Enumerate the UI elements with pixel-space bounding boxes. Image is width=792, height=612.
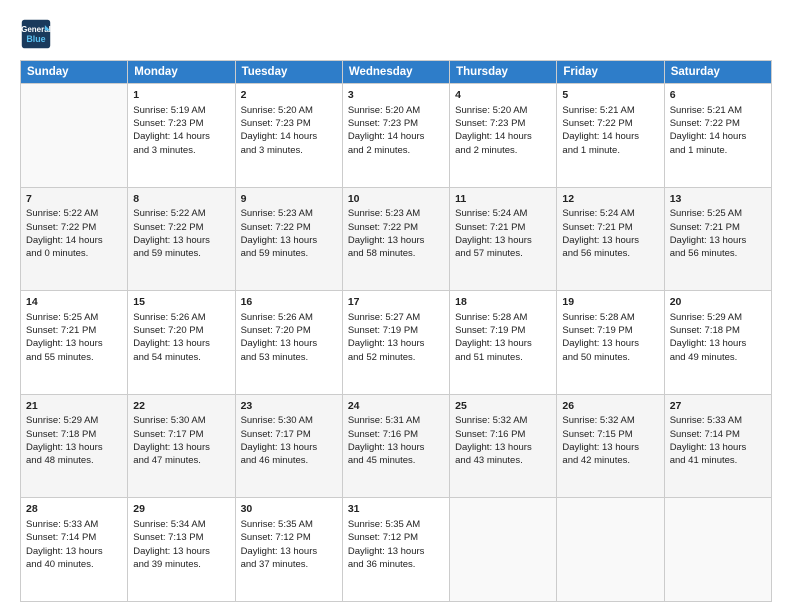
calendar-cell: 5Sunrise: 5:21 AMSunset: 7:22 PMDaylight… [557,84,664,188]
calendar-cell: 20Sunrise: 5:29 AMSunset: 7:18 PMDayligh… [664,291,771,395]
day-number: 4 [455,88,551,103]
calendar-cell: 27Sunrise: 5:33 AMSunset: 7:14 PMDayligh… [664,394,771,498]
calendar-cell: 2Sunrise: 5:20 AMSunset: 7:23 PMDaylight… [235,84,342,188]
weekday-header-saturday: Saturday [664,61,771,84]
calendar-cell: 30Sunrise: 5:35 AMSunset: 7:12 PMDayligh… [235,498,342,602]
logo-icon: General Blue [20,18,52,50]
weekday-header-wednesday: Wednesday [342,61,449,84]
day-number: 11 [455,192,551,207]
day-number: 27 [670,399,766,414]
calendar-cell: 15Sunrise: 5:26 AMSunset: 7:20 PMDayligh… [128,291,235,395]
calendar-cell: 7Sunrise: 5:22 AMSunset: 7:22 PMDaylight… [21,187,128,291]
weekday-header-thursday: Thursday [450,61,557,84]
day-number: 5 [562,88,658,103]
day-number: 23 [241,399,337,414]
day-number: 19 [562,295,658,310]
calendar-cell: 16Sunrise: 5:26 AMSunset: 7:20 PMDayligh… [235,291,342,395]
calendar-cell: 31Sunrise: 5:35 AMSunset: 7:12 PMDayligh… [342,498,449,602]
day-number: 20 [670,295,766,310]
calendar-cell: 11Sunrise: 5:24 AMSunset: 7:21 PMDayligh… [450,187,557,291]
calendar-cell: 9Sunrise: 5:23 AMSunset: 7:22 PMDaylight… [235,187,342,291]
weekday-header-row: SundayMondayTuesdayWednesdayThursdayFrid… [21,61,772,84]
calendar-cell: 13Sunrise: 5:25 AMSunset: 7:21 PMDayligh… [664,187,771,291]
weekday-header-tuesday: Tuesday [235,61,342,84]
calendar-cell: 21Sunrise: 5:29 AMSunset: 7:18 PMDayligh… [21,394,128,498]
calendar-week-5: 28Sunrise: 5:33 AMSunset: 7:14 PMDayligh… [21,498,772,602]
day-number: 26 [562,399,658,414]
day-number: 25 [455,399,551,414]
day-number: 7 [26,192,122,207]
day-number: 17 [348,295,444,310]
calendar-cell: 10Sunrise: 5:23 AMSunset: 7:22 PMDayligh… [342,187,449,291]
day-number: 6 [670,88,766,103]
weekday-header-friday: Friday [557,61,664,84]
day-number: 2 [241,88,337,103]
header: General Blue [20,18,772,50]
calendar-cell: 24Sunrise: 5:31 AMSunset: 7:16 PMDayligh… [342,394,449,498]
calendar-cell: 1Sunrise: 5:19 AMSunset: 7:23 PMDaylight… [128,84,235,188]
calendar-cell: 14Sunrise: 5:25 AMSunset: 7:21 PMDayligh… [21,291,128,395]
page: General Blue SundayMondayTuesdayWednesda… [0,0,792,612]
logo: General Blue [20,18,52,50]
calendar-cell: 23Sunrise: 5:30 AMSunset: 7:17 PMDayligh… [235,394,342,498]
day-number: 28 [26,502,122,517]
calendar-cell: 25Sunrise: 5:32 AMSunset: 7:16 PMDayligh… [450,394,557,498]
day-number: 22 [133,399,229,414]
calendar-cell: 19Sunrise: 5:28 AMSunset: 7:19 PMDayligh… [557,291,664,395]
day-number: 31 [348,502,444,517]
day-number: 18 [455,295,551,310]
weekday-header-monday: Monday [128,61,235,84]
calendar-cell: 18Sunrise: 5:28 AMSunset: 7:19 PMDayligh… [450,291,557,395]
day-number: 1 [133,88,229,103]
day-number: 16 [241,295,337,310]
calendar-cell: 22Sunrise: 5:30 AMSunset: 7:17 PMDayligh… [128,394,235,498]
calendar-cell: 26Sunrise: 5:32 AMSunset: 7:15 PMDayligh… [557,394,664,498]
svg-text:Blue: Blue [26,34,45,44]
calendar-cell: 12Sunrise: 5:24 AMSunset: 7:21 PMDayligh… [557,187,664,291]
calendar-week-3: 14Sunrise: 5:25 AMSunset: 7:21 PMDayligh… [21,291,772,395]
day-number: 30 [241,502,337,517]
day-number: 14 [26,295,122,310]
day-number: 8 [133,192,229,207]
calendar-cell: 28Sunrise: 5:33 AMSunset: 7:14 PMDayligh… [21,498,128,602]
calendar-week-4: 21Sunrise: 5:29 AMSunset: 7:18 PMDayligh… [21,394,772,498]
day-number: 29 [133,502,229,517]
calendar-cell: 4Sunrise: 5:20 AMSunset: 7:23 PMDaylight… [450,84,557,188]
calendar-cell [557,498,664,602]
calendar-week-2: 7Sunrise: 5:22 AMSunset: 7:22 PMDaylight… [21,187,772,291]
day-number: 10 [348,192,444,207]
calendar-week-1: 1Sunrise: 5:19 AMSunset: 7:23 PMDaylight… [21,84,772,188]
calendar-cell: 29Sunrise: 5:34 AMSunset: 7:13 PMDayligh… [128,498,235,602]
calendar-cell [450,498,557,602]
calendar-cell: 3Sunrise: 5:20 AMSunset: 7:23 PMDaylight… [342,84,449,188]
day-number: 24 [348,399,444,414]
calendar-cell: 17Sunrise: 5:27 AMSunset: 7:19 PMDayligh… [342,291,449,395]
weekday-header-sunday: Sunday [21,61,128,84]
calendar-cell: 8Sunrise: 5:22 AMSunset: 7:22 PMDaylight… [128,187,235,291]
day-number: 9 [241,192,337,207]
calendar-cell: 6Sunrise: 5:21 AMSunset: 7:22 PMDaylight… [664,84,771,188]
calendar-table: SundayMondayTuesdayWednesdayThursdayFrid… [20,60,772,602]
day-number: 12 [562,192,658,207]
day-number: 15 [133,295,229,310]
day-number: 3 [348,88,444,103]
day-number: 21 [26,399,122,414]
calendar-cell [664,498,771,602]
day-number: 13 [670,192,766,207]
calendar-cell [21,84,128,188]
